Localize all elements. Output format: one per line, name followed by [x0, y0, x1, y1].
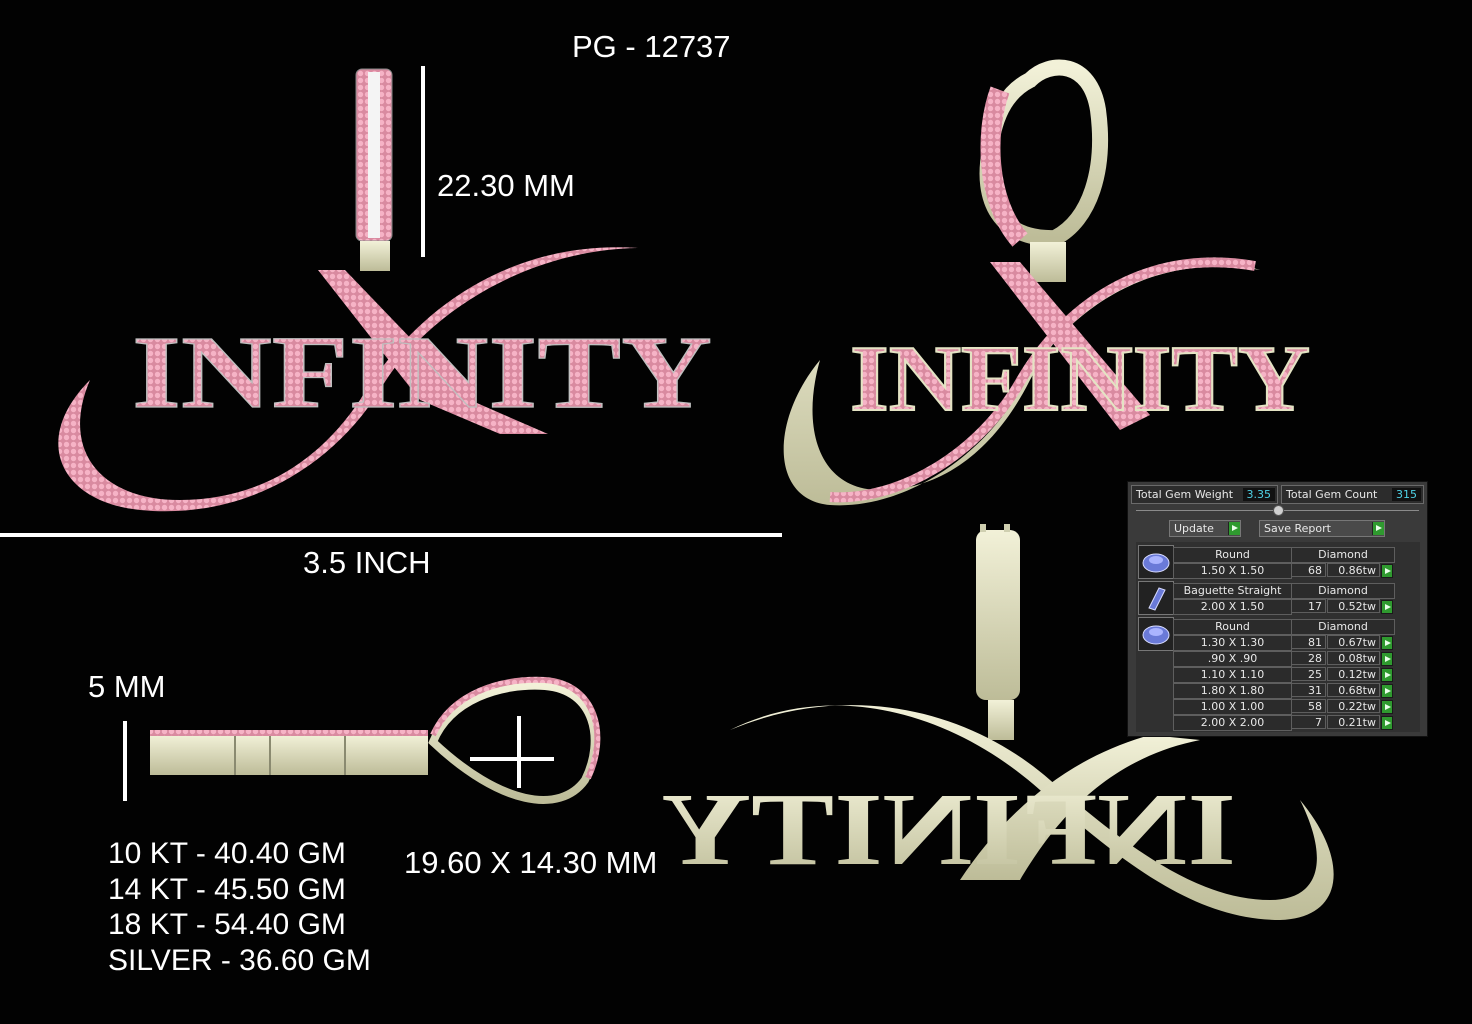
- gem-row-play-icon[interactable]: [1381, 652, 1393, 666]
- gem-count-cell: 17: [1291, 599, 1326, 613]
- save-report-button[interactable]: Save Report: [1259, 520, 1385, 537]
- gem-material-cell: Diamond: [1291, 583, 1395, 599]
- gem-count-cell: 7: [1291, 715, 1326, 729]
- gem-count-cell: 81: [1291, 635, 1326, 649]
- front-view: INFINITY: [58, 68, 713, 512]
- total-gem-count-label: Total Gem Count: [1286, 488, 1378, 501]
- gem-count-cell: 68: [1291, 563, 1326, 577]
- gem-weight-cell: 0.67tw: [1327, 635, 1380, 649]
- gem-list: Round Diamond 1.50 X 1.50 68 0.86tw Bagu…: [1136, 542, 1420, 732]
- gem-weight-cell: 0.12tw: [1327, 667, 1380, 681]
- thickness-label: 5 MM: [88, 669, 166, 704]
- width-line: [0, 533, 782, 537]
- save-report-button-label: Save Report: [1264, 522, 1331, 535]
- gem-count-cell: 28: [1291, 651, 1326, 665]
- metal-weight-silver: SILVER - 36.60 GM: [108, 943, 371, 977]
- gem-row-play-icon[interactable]: [1381, 716, 1393, 730]
- gem-size-cell: 2.00 X 1.50: [1173, 599, 1292, 615]
- gem-count-cell: 31: [1291, 683, 1326, 697]
- gem-shape-cell: Baguette Straight: [1173, 583, 1292, 599]
- gem-row-play-icon[interactable]: [1381, 636, 1393, 650]
- gem-material-cell: Diamond: [1291, 619, 1395, 635]
- round-gem-icon[interactable]: [1138, 545, 1174, 579]
- gem-weight-cell: 0.08tw: [1327, 651, 1380, 665]
- bail-height-label: 22.30 MM: [437, 168, 575, 203]
- bail-size-label: 19.60 X 14.30 MM: [404, 845, 658, 880]
- gem-weight-cell: 0.86tw: [1327, 563, 1380, 577]
- total-gem-count: Total Gem Count 315: [1281, 485, 1424, 504]
- update-button[interactable]: Update: [1169, 520, 1241, 537]
- gem-size-cell: 1.10 X 1.10: [1173, 667, 1292, 683]
- gem-weight-cell: 0.52tw: [1327, 599, 1380, 613]
- baguette-gem-shape: [1148, 587, 1166, 611]
- save-report-play-icon[interactable]: [1372, 522, 1384, 535]
- gem-shape-cell: Round: [1173, 619, 1292, 635]
- update-play-icon[interactable]: [1228, 522, 1240, 535]
- baguette-gem-icon[interactable]: [1138, 581, 1174, 615]
- gem-count-cell: 25: [1291, 667, 1326, 681]
- gem-material-cell: Diamond: [1291, 547, 1395, 563]
- gem-shape-cell: Round: [1173, 547, 1292, 563]
- front-wordmark: INFINITY: [132, 315, 712, 430]
- gem-weight-cell: 0.21tw: [1327, 715, 1380, 729]
- side-view: [123, 676, 601, 804]
- gem-size-cell: .90 X .90: [1173, 651, 1292, 667]
- total-gem-weight-label: Total Gem Weight: [1136, 488, 1234, 501]
- round-gem-icon[interactable]: [1138, 617, 1174, 651]
- product-code: PG - 12737: [572, 29, 731, 64]
- round-gem-shape: [1142, 625, 1170, 645]
- gem-weight-cell: 0.68tw: [1327, 683, 1380, 697]
- gem-row-play-icon[interactable]: [1381, 668, 1393, 682]
- back-wordmark: INFINITY: [661, 772, 1236, 887]
- round-gem-shape: [1142, 553, 1170, 573]
- metal-weight-14kt: 14 KT - 45.50 GM: [108, 872, 346, 906]
- update-button-label: Update: [1174, 522, 1214, 535]
- gem-count-cell: 58: [1291, 699, 1326, 713]
- gem-row-play-icon[interactable]: [1381, 564, 1393, 578]
- gem-size-cell: 1.50 X 1.50: [1173, 563, 1292, 579]
- perspective-wordmark: INFINITY: [850, 327, 1310, 431]
- gem-size-cell: 1.30 X 1.30: [1173, 635, 1292, 651]
- total-gem-count-value: 315: [1392, 488, 1421, 501]
- width-label: 3.5 INCH: [303, 545, 431, 580]
- gem-row-play-icon[interactable]: [1381, 700, 1393, 714]
- gem-row-play-icon[interactable]: [1381, 600, 1393, 614]
- metal-weight-10kt: 10 KT - 40.40 GM: [108, 837, 346, 870]
- total-gem-weight: Total Gem Weight 3.35: [1131, 485, 1278, 504]
- gem-size-cell: 1.80 X 1.80: [1173, 683, 1292, 699]
- metal-weight-18kt: 18 KT - 54.40 GM: [108, 908, 346, 941]
- gem-report-panel: Total Gem Weight 3.35 Total Gem Count 31…: [1127, 481, 1428, 737]
- gem-weight-cell: 0.22tw: [1327, 699, 1380, 713]
- gem-size-cell: 2.00 X 2.00: [1173, 715, 1292, 731]
- panel-slider-knob[interactable]: [1273, 505, 1284, 516]
- metal-weights-list: 10 KT - 40.40 GM 14 KT - 45.50 GM 18 KT …: [108, 836, 371, 978]
- total-gem-weight-value: 3.35: [1242, 488, 1275, 501]
- bail-height-line: [421, 66, 425, 257]
- perspective-view: INFINITY: [783, 59, 1311, 506]
- thickness-line: [123, 721, 127, 801]
- gem-size-cell: 1.00 X 1.00: [1173, 699, 1292, 715]
- gem-row-play-icon[interactable]: [1381, 684, 1393, 698]
